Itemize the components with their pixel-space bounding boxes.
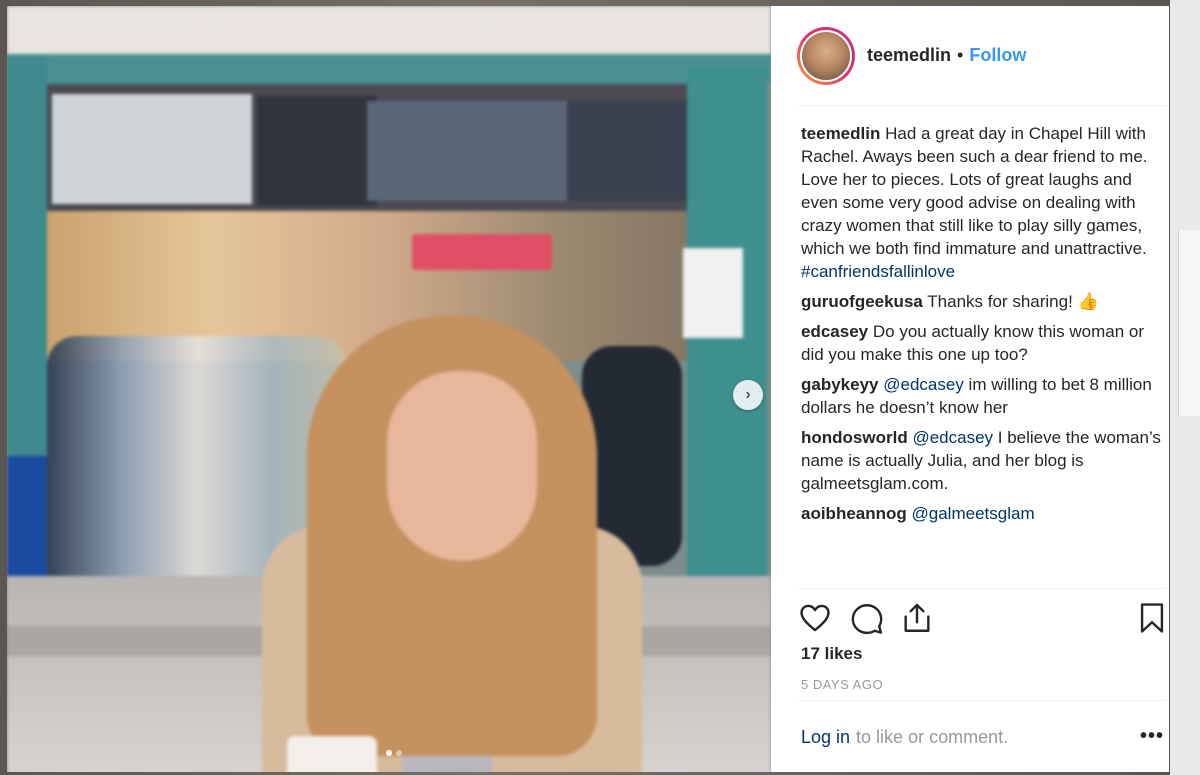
caption-text: Had a great day in Chapel Hill with Rach…	[801, 124, 1148, 258]
bookmark-icon[interactable]	[1135, 601, 1169, 635]
share-icon[interactable]	[900, 601, 934, 635]
carousel-dot	[396, 750, 402, 756]
login-prompt-text: to like or comment.	[856, 726, 1009, 747]
background-page-edge	[1170, 0, 1200, 775]
comment-icon[interactable]	[850, 601, 884, 635]
carousel-indicator	[386, 750, 402, 756]
header-separator: •	[957, 45, 964, 65]
caption-author[interactable]: teemedlin	[801, 124, 880, 143]
follow-button[interactable]: Follow	[969, 45, 1026, 66]
likes-count[interactable]: 17 likes	[801, 644, 862, 664]
post-timestamp[interactable]: 5 DAYS AGO	[801, 677, 883, 692]
post-side-panel: teemedlin • Follow teemedlin Had a great…	[771, 6, 1169, 772]
comment-text: Thanks for sharing! 👍	[927, 292, 1099, 311]
list-item: aoibheannog @galmeetsglam	[801, 502, 1171, 525]
login-link[interactable]: Log in	[801, 727, 850, 748]
list-item: gabykeyy @edcasey im willing to bet 8 mi…	[801, 373, 1171, 419]
comment-author[interactable]: hondosworld	[801, 428, 908, 447]
action-bar	[798, 588, 1166, 645]
heart-icon[interactable]	[798, 601, 832, 635]
comment-author[interactable]: aoibheannog	[801, 504, 907, 523]
post-photo[interactable]: ›	[7, 6, 771, 772]
carousel-next-button[interactable]: ›	[733, 380, 763, 410]
avatar-story-ring[interactable]	[797, 26, 855, 85]
carousel-dot-active	[386, 750, 392, 756]
comment-author[interactable]: guruofgeekusa	[801, 292, 923, 311]
comment-mention[interactable]: @edcasey	[883, 375, 964, 394]
header-username[interactable]: teemedlin	[867, 45, 951, 66]
chevron-right-icon: ›	[745, 386, 751, 403]
comments-list[interactable]: teemedlin Had a great day in Chapel Hill…	[801, 122, 1171, 532]
avatar[interactable]	[800, 29, 852, 82]
background-panel	[1178, 230, 1200, 416]
more-options-icon[interactable]: •••	[1140, 725, 1164, 748]
login-bar: Log in to like or comment. •••	[798, 700, 1166, 773]
list-item: edcasey Do you actually know this woman …	[801, 320, 1171, 366]
comment-author[interactable]: edcasey	[801, 322, 868, 341]
list-item: hondosworld @edcasey I believe the woman…	[801, 426, 1171, 495]
photo-scene	[7, 6, 771, 772]
action-icons	[798, 589, 1166, 645]
list-item: guruofgeekusa Thanks for sharing! 👍	[801, 290, 1171, 313]
comment-mention[interactable]: @edcasey	[912, 428, 993, 447]
comment-author[interactable]: gabykeyy	[801, 375, 879, 394]
caption-hashtag[interactable]: #canfriendsfallinlove	[801, 262, 955, 281]
comment-mention[interactable]: @galmeetsglam	[912, 504, 1035, 523]
post-header: teemedlin • Follow	[797, 6, 1166, 106]
post-caption: teemedlin Had a great day in Chapel Hill…	[801, 122, 1171, 283]
